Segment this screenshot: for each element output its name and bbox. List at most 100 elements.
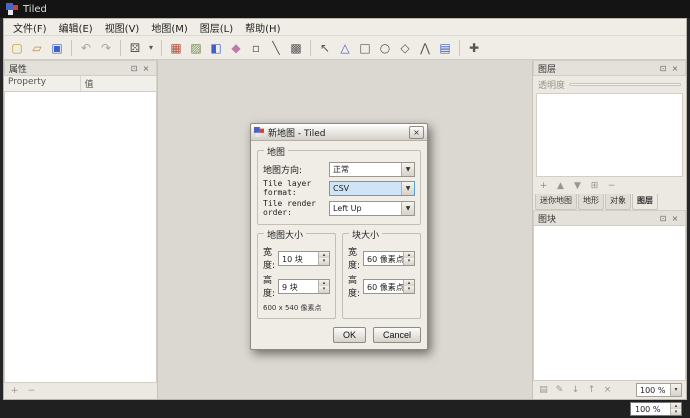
dialog-titlebar[interactable]: 新地图 - Tiled × <box>251 124 427 141</box>
tilesets-view[interactable] <box>533 226 686 381</box>
render-order-select[interactable]: Left Up ▼ <box>329 200 415 216</box>
raise-layer-icon[interactable]: ▲ <box>554 180 567 193</box>
properties-toolbar: + − <box>4 383 157 399</box>
stamp-brush-icon[interactable]: ▦ <box>167 39 185 57</box>
add-property-icon[interactable]: + <box>8 385 21 398</box>
random-mode-icon[interactable]: ⚄ <box>126 39 144 57</box>
map-width-spinner[interactable]: 10 块 ▴ ▾ <box>278 250 330 266</box>
properties-dock-header[interactable]: 属性 ⊡ × <box>4 60 157 76</box>
save-map-icon[interactable]: ▣ <box>48 39 66 57</box>
new-layer-icon[interactable]: + <box>537 180 550 193</box>
toolbar-separator <box>161 39 162 56</box>
undo-icon[interactable]: ↶ <box>77 39 95 57</box>
column-property[interactable]: Property <box>4 76 81 91</box>
edit-polygons-icon[interactable]: △ <box>336 39 354 57</box>
same-tile-select-icon[interactable]: ▩ <box>287 39 305 57</box>
layers-list[interactable] <box>536 93 683 177</box>
close-panel-icon[interactable]: × <box>140 64 152 73</box>
duplicate-layer-icon[interactable]: ⊞ <box>588 180 601 193</box>
remove-tileset-icon[interactable]: × <box>601 384 614 397</box>
tab-layers[interactable]: 图层 <box>632 194 658 210</box>
layer-format-label: Tile layer format: <box>263 179 312 197</box>
tilesets-toolbar: ▤ ✎ ↓ ↑ × 100 % ▾ <box>533 381 686 399</box>
bucket-fill-icon[interactable]: ◧ <box>207 39 225 57</box>
tab-objects[interactable]: 对象 <box>605 194 631 210</box>
spin-down-icon[interactable]: ▾ <box>671 409 681 415</box>
tilesets-dock-header[interactable]: 图块 ⊡ × <box>533 210 686 226</box>
tab-minimap[interactable]: 迷你地图 <box>535 194 577 210</box>
remove-layer-icon[interactable]: − <box>605 180 618 193</box>
new-map-icon[interactable]: ▢ <box>8 39 26 57</box>
spin-down-icon[interactable]: ▾ <box>319 258 329 265</box>
export-tileset-icon[interactable]: ↑ <box>585 384 598 397</box>
menu-view[interactable]: 视图(V) <box>99 19 146 36</box>
spin-down-icon[interactable]: ▾ <box>404 286 414 293</box>
spinner-buttons: ▴ ▾ <box>318 251 329 265</box>
remove-property-icon[interactable]: − <box>25 385 38 398</box>
chevron-down-icon: ▾ <box>670 384 681 396</box>
map-groupbox: 地图 地图方向: 正常 ▼ Tile layer format: CSV ▼ T… <box>257 145 421 225</box>
cancel-button[interactable]: Cancel <box>372 327 421 343</box>
dialog-close-button[interactable]: × <box>409 125 424 139</box>
toolbar-separator <box>459 39 460 56</box>
map-height-spinner[interactable]: 9 块 ▴ ▾ <box>278 278 330 294</box>
tile-size-group-label: 块大小 <box>349 228 383 241</box>
lower-layer-icon[interactable]: ▼ <box>571 180 584 193</box>
close-panel-icon[interactable]: × <box>669 214 681 223</box>
insert-polyline-icon[interactable]: ⋀ <box>416 39 434 57</box>
insert-polygon-icon[interactable]: ◇ <box>396 39 414 57</box>
tab-terrain[interactable]: 地形 <box>578 194 604 210</box>
status-zoom-spinner[interactable]: 100 % ▴ ▾ <box>630 402 682 416</box>
menubar: 文件(F) 编辑(E) 视图(V) 地图(M) 图层(L) 帮助(H) <box>4 19 686 36</box>
import-tileset-icon[interactable]: ↓ <box>569 384 582 397</box>
insert-rectangle-icon[interactable]: □ <box>356 39 374 57</box>
column-value[interactable]: 值 <box>81 76 157 91</box>
tileset-zoom-select[interactable]: 100 % ▾ <box>636 383 682 397</box>
menu-file[interactable]: 文件(F) <box>7 19 53 36</box>
menu-edit[interactable]: 编辑(E) <box>53 19 99 36</box>
tilesets-dock-title: 图块 <box>538 214 557 225</box>
orientation-label: 地图方向: <box>263 166 303 176</box>
window-titlebar[interactable]: Tiled <box>0 0 690 18</box>
close-panel-icon[interactable]: × <box>669 64 681 73</box>
new-tileset-icon[interactable]: ▤ <box>537 384 550 397</box>
layer-format-select[interactable]: CSV ▼ <box>329 180 415 196</box>
float-panel-icon[interactable]: ⊡ <box>657 64 669 73</box>
magic-wand-icon[interactable]: ╲ <box>267 39 285 57</box>
rect-select-icon[interactable]: ▫ <box>247 39 265 57</box>
move-tool-icon[interactable]: ✚ <box>465 39 483 57</box>
map-group-label: 地图 <box>264 145 289 158</box>
tile-height-spinner[interactable]: 60 像素点 ▴ ▾ <box>363 278 415 294</box>
ok-button[interactable]: OK <box>332 327 366 343</box>
main-toolbar: ▢ ▱ ▣ ↶ ↷ ⚄ ▾ ▦ ▨ ◧ ◆ ▫ ╲ ▩ ↖ △ □ ○ ◇ ⋀ … <box>4 36 686 60</box>
layers-dock-header[interactable]: 图层 ⊡ × <box>533 60 686 76</box>
redo-icon[interactable]: ↷ <box>97 39 115 57</box>
map-size-group-label: 地图大小 <box>264 228 307 241</box>
menu-help[interactable]: 帮助(H) <box>239 19 286 36</box>
select-objects-icon[interactable]: ↖ <box>316 39 334 57</box>
float-panel-icon[interactable]: ⊡ <box>128 64 140 73</box>
tile-width-spinner[interactable]: 60 像素点 ▴ ▾ <box>363 250 415 266</box>
random-dropdown-icon[interactable]: ▾ <box>146 39 156 57</box>
opacity-slider[interactable] <box>569 82 681 86</box>
spin-down-icon[interactable]: ▾ <box>319 286 329 293</box>
map-size-groupbox: 地图大小 宽度: 10 块 ▴ ▾ 高度: 9 块 ▴ ▾ 600 x 540 … <box>257 228 336 319</box>
map-pixel-size: 600 x 540 像素点 <box>263 304 322 312</box>
insert-ellipse-icon[interactable]: ○ <box>376 39 394 57</box>
float-panel-icon[interactable]: ⊡ <box>657 214 669 223</box>
opacity-row: 透明度 <box>533 76 686 92</box>
properties-list[interactable] <box>4 92 157 383</box>
tileset-properties-icon[interactable]: ✎ <box>553 384 566 397</box>
window-title: Tiled <box>23 3 47 15</box>
map-height-label: 高度: <box>263 276 276 299</box>
open-map-icon[interactable]: ▱ <box>28 39 46 57</box>
menu-map[interactable]: 地图(M) <box>145 19 193 36</box>
statusbar: 100 % ▴ ▾ <box>0 400 690 418</box>
tiled-logo-icon <box>6 3 18 15</box>
eraser-icon[interactable]: ◆ <box>227 39 245 57</box>
spin-down-icon[interactable]: ▾ <box>404 258 414 265</box>
insert-tile-icon[interactable]: ▤ <box>436 39 454 57</box>
orientation-select[interactable]: 正常 ▼ <box>329 162 415 177</box>
terrain-brush-icon[interactable]: ▨ <box>187 39 205 57</box>
menu-layer[interactable]: 图层(L) <box>194 19 239 36</box>
